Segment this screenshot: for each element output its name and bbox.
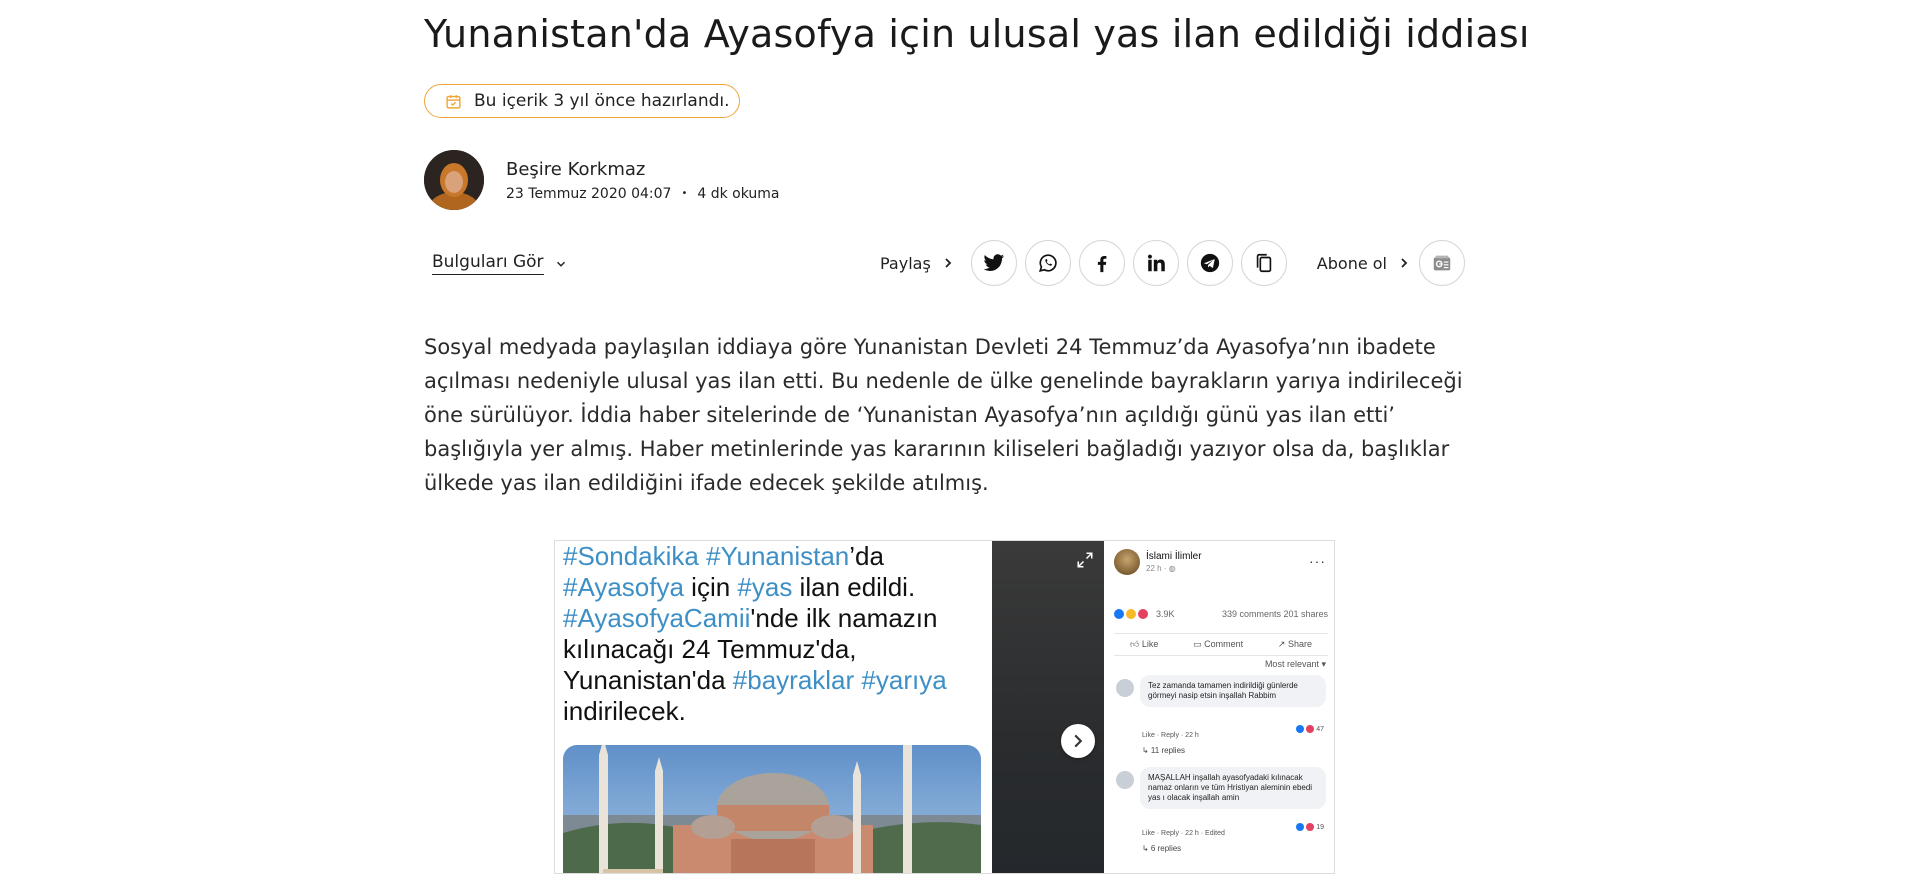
chevron-down-icon [556,261,565,267]
commenter-avatar [1116,771,1134,789]
content-age-badge: Bu içerik 3 yıl önce hazırlandı. [424,84,740,118]
globe-icon: ◍ [1168,564,1176,573]
fb-like-action: 👍︎ Like [1130,639,1159,649]
fb-page-avatar [1114,549,1140,575]
read-time: 4 dk okuma [697,185,780,202]
commenter-avatar [1116,679,1134,697]
meta-separator: • [681,188,688,199]
article-title: Yunanistan'da Ayasofya için ulusal yas i… [424,12,1530,56]
fb-sort-label: Most relevant ▾ [1264,659,1326,669]
tweet-text: #Sondakika #Yunanistan’da #Ayasofya için… [563,541,947,726]
telegram-icon [1200,253,1219,273]
fb-comment-meta: Like · Reply · 22 h [1142,732,1199,739]
google-news-subscribe-button[interactable] [1419,240,1465,286]
share-arrow-icon: ↗ [1277,639,1286,649]
article-body: Sosyal medyada paylaşılan iddiaya göre Y… [424,335,1463,495]
twitter-icon [983,254,1004,271]
fb-comments-shares: 339 comments 201 shares [1221,609,1328,619]
subscribe-toggle[interactable]: Abone ol [1317,254,1409,273]
next-image-button[interactable] [1061,724,1095,758]
fb-comment-reactions: 19 [1296,823,1324,831]
evidence-image[interactable]: #Sondakika #Yunanistan’da #Ayasofya için… [554,540,1335,874]
fb-comment: Tez zamanda tamamen indirildiği günlerde… [1140,675,1326,707]
share-twitter-button[interactable] [970,240,1017,286]
fb-reactions: 3.9K [1114,609,1175,619]
author-name[interactable]: Beşire Korkmaz [506,159,779,180]
linkedin-icon [1147,254,1165,272]
more-options-icon: ··· [1309,553,1326,569]
haha-reaction-icon [1126,609,1136,619]
facebook-post-screenshot: İslami İlimler 22 h · ◍ ··· 3.9K 339 com… [1104,541,1334,873]
chevron-right-icon [945,258,952,268]
google-news-icon [1433,255,1451,271]
fb-comment: MAŞALLAH inşallah ayasofyadaki kılınacak… [1140,767,1326,809]
share-whatsapp-button[interactable] [1024,240,1071,286]
chevron-right-icon [1074,734,1083,748]
thumbs-up-icon: 👍︎ [1130,639,1140,649]
fb-reactions-count: 3.9K [1156,609,1175,619]
fb-comment-meta: Like · Reply · 22 h · Edited [1142,830,1225,837]
findings-toggle[interactable]: Bulguları Gör [432,252,568,275]
copy-link-button[interactable] [1240,240,1287,286]
comment-icon: ▭ [1193,639,1202,649]
chevron-right-icon [1401,258,1408,268]
share-telegram-button[interactable] [1186,240,1233,286]
like-reaction-icon [1114,609,1124,619]
findings-label: Bulguları Gör [432,252,544,275]
fb-comment-action: ▭ Comment [1193,639,1244,649]
author-avatar[interactable] [424,150,484,210]
share-toggle[interactable]: Paylaş [880,254,953,273]
share-label: Paylaş [880,253,931,273]
copy-icon [1256,253,1272,273]
share-facebook-button[interactable] [1078,240,1125,286]
share-bar: Paylaş Abone ol [880,240,1473,286]
content-age-text: Bu içerik 3 yıl önce hazırlandı. [474,91,730,111]
hagia-sophia-photo [563,745,981,873]
share-linkedin-button[interactable] [1132,240,1179,286]
love-reaction-icon [1138,609,1148,619]
subscribe-label: Abone ol [1316,253,1387,273]
tweet-screenshot: #Sondakika #Yunanistan’da #Ayasofya için… [555,541,992,873]
image-viewer-backdrop [992,541,1104,873]
publish-date: 23 Temmuz 2020 04:07 [506,185,672,202]
expand-icon[interactable] [1076,551,1094,569]
fb-share-action: ↗ Share [1277,639,1312,649]
fb-comment-reactions: 47 [1296,725,1324,733]
author-block: Beşire Korkmaz 23 Temmuz 2020 04:07 • 4 … [424,150,779,210]
facebook-icon [1097,255,1107,273]
fb-action-bar: 👍︎ Like ▭ Comment ↗ Share [1114,633,1328,656]
fb-comment-replies: ↳ 11 replies [1142,746,1186,755]
calendar-check-icon [446,94,461,109]
fb-comment-replies: ↳ 6 replies [1142,844,1182,853]
fb-post-time: 22 h · [1146,564,1169,573]
whatsapp-icon [1038,254,1057,272]
fb-page-name: İslami İlimler [1146,551,1202,562]
